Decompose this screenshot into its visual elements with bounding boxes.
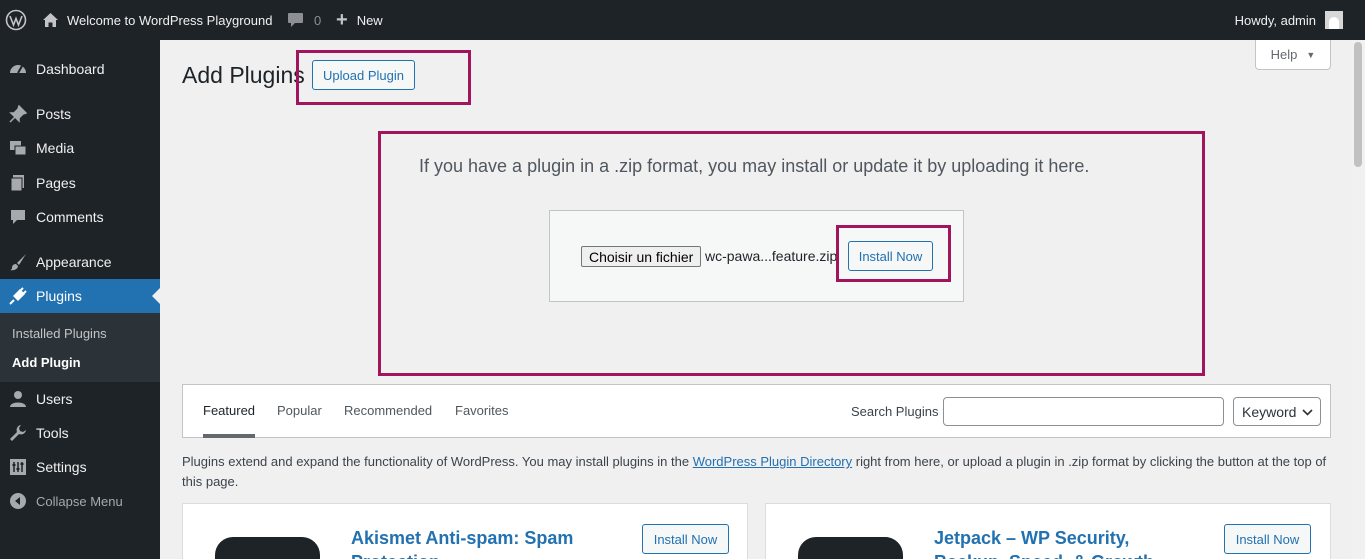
home-icon bbox=[42, 12, 59, 28]
install-now-button[interactable]: Install Now bbox=[642, 524, 729, 554]
pages-icon bbox=[0, 174, 36, 192]
collapse-arrow-icon bbox=[0, 492, 36, 510]
site-name: Welcome to WordPress Playground bbox=[67, 12, 273, 28]
plus-icon: + bbox=[336, 9, 348, 31]
help-button[interactable]: Help ▼ bbox=[1255, 40, 1331, 70]
collapse-menu-label: Collapse Menu bbox=[36, 493, 123, 509]
submenu-item-installed-plugins[interactable]: Installed Plugins bbox=[12, 326, 107, 341]
sidebar-item-tools[interactable]: Tools bbox=[0, 416, 160, 450]
sidebar-item-comments[interactable]: Comments bbox=[0, 200, 160, 234]
avatar bbox=[1325, 11, 1343, 29]
sidebar-item-media[interactable]: Media bbox=[0, 131, 160, 165]
new-label: New bbox=[356, 12, 383, 28]
sidebar-item-users[interactable]: Users bbox=[0, 382, 160, 416]
admin-sidebar: Dashboard Posts Media Pages Comments App… bbox=[0, 40, 160, 559]
plugins-intro-text: Plugins extend and expand the functional… bbox=[182, 452, 1332, 492]
sidebar-item-label: Users bbox=[36, 391, 73, 407]
plugin-directory-link[interactable]: WordPress Plugin Directory bbox=[693, 454, 852, 469]
account-menu[interactable]: Howdy, admin bbox=[1235, 0, 1343, 40]
sidebar-item-label: Dashboard bbox=[36, 61, 105, 77]
sidebar-item-label: Comments bbox=[36, 209, 104, 225]
page-title: Add Plugins bbox=[182, 62, 305, 88]
site-name-link[interactable]: Welcome to WordPress Playground bbox=[42, 0, 272, 40]
chevron-down-icon bbox=[1302, 405, 1314, 419]
sidebar-item-appearance[interactable]: Appearance bbox=[0, 245, 160, 279]
settings-icon bbox=[0, 458, 36, 476]
sidebar-item-label: Tools bbox=[36, 425, 69, 441]
submenu-item-add-plugin[interactable]: Add Plugin bbox=[12, 355, 81, 370]
plugin-name[interactable]: Jetpack – WP Security, Backup, Speed, & … bbox=[934, 526, 1194, 559]
plugins-submenu: Installed Plugins Add Plugin bbox=[0, 313, 160, 382]
sidebar-item-plugins[interactable]: Plugins bbox=[0, 279, 160, 313]
media-icon bbox=[0, 139, 36, 157]
sidebar-item-label: Pages bbox=[36, 175, 76, 191]
wrench-icon bbox=[0, 424, 36, 442]
tab-favorites[interactable]: Favorites bbox=[455, 403, 508, 418]
plugin-icon bbox=[0, 287, 36, 305]
comments-link[interactable]: 0 bbox=[287, 0, 321, 40]
highlight-box bbox=[296, 50, 471, 105]
search-type-select[interactable]: Keyword bbox=[1233, 397, 1321, 426]
sidebar-item-label: Settings bbox=[36, 459, 87, 475]
search-plugins-input[interactable] bbox=[943, 397, 1224, 426]
highlight-box bbox=[836, 225, 951, 282]
sidebar-item-settings[interactable]: Settings bbox=[0, 450, 160, 484]
plugin-thumbnail[interactable] bbox=[215, 537, 320, 559]
caret-down-icon: ▼ bbox=[1306, 49, 1316, 60]
search-type-value: Keyword bbox=[1242, 403, 1297, 420]
collapse-menu-button[interactable]: Collapse Menu bbox=[0, 484, 160, 518]
sidebar-item-pages[interactable]: Pages bbox=[0, 166, 160, 200]
comments-count: 0 bbox=[314, 12, 322, 28]
new-content-link[interactable]: + New bbox=[336, 0, 383, 40]
plugin-name[interactable]: Akismet Anti-spam: Spam Protection bbox=[351, 526, 611, 559]
help-label: Help bbox=[1270, 47, 1298, 62]
admin-bar: Welcome to WordPress Playground 0 + New … bbox=[0, 0, 1365, 40]
sidebar-item-label: Posts bbox=[36, 106, 72, 122]
active-tab-indicator bbox=[203, 434, 255, 438]
tab-recommended[interactable]: Recommended bbox=[344, 403, 432, 418]
plugin-card: Akismet Anti-spam: Spam Protection Insta… bbox=[182, 503, 748, 559]
sidebar-item-posts[interactable]: Posts bbox=[0, 97, 160, 131]
page-scrollbar[interactable] bbox=[1351, 40, 1365, 559]
intro-text-before: Plugins extend and expand the functional… bbox=[182, 454, 693, 469]
sidebar-item-label: Plugins bbox=[36, 288, 82, 304]
brush-icon bbox=[0, 253, 36, 271]
comment-bubble-icon bbox=[287, 12, 304, 28]
users-icon bbox=[0, 390, 36, 408]
comment-icon bbox=[0, 208, 36, 226]
sidebar-item-dashboard[interactable]: Dashboard bbox=[0, 52, 160, 86]
tab-popular[interactable]: Popular bbox=[277, 403, 322, 418]
tab-featured[interactable]: Featured bbox=[203, 403, 255, 418]
sidebar-item-label: Media bbox=[36, 140, 75, 156]
howdy-text: Howdy, admin bbox=[1234, 12, 1316, 28]
plugin-filter-bar: Featured Popular Recommended Favorites S… bbox=[182, 384, 1331, 438]
pin-icon bbox=[0, 105, 36, 123]
highlight-box bbox=[378, 131, 1205, 376]
dashboard-icon bbox=[0, 60, 36, 78]
install-now-button[interactable]: Install Now bbox=[1224, 524, 1311, 554]
wordpress-logo-icon[interactable] bbox=[5, 0, 31, 40]
plugin-card: Jetpack – WP Security, Backup, Speed, & … bbox=[765, 503, 1331, 559]
search-plugins-label: Search Plugins bbox=[851, 404, 939, 419]
sidebar-item-label: Appearance bbox=[36, 254, 112, 270]
scrollbar-thumb[interactable] bbox=[1354, 42, 1362, 167]
plugin-thumbnail[interactable] bbox=[798, 537, 903, 559]
